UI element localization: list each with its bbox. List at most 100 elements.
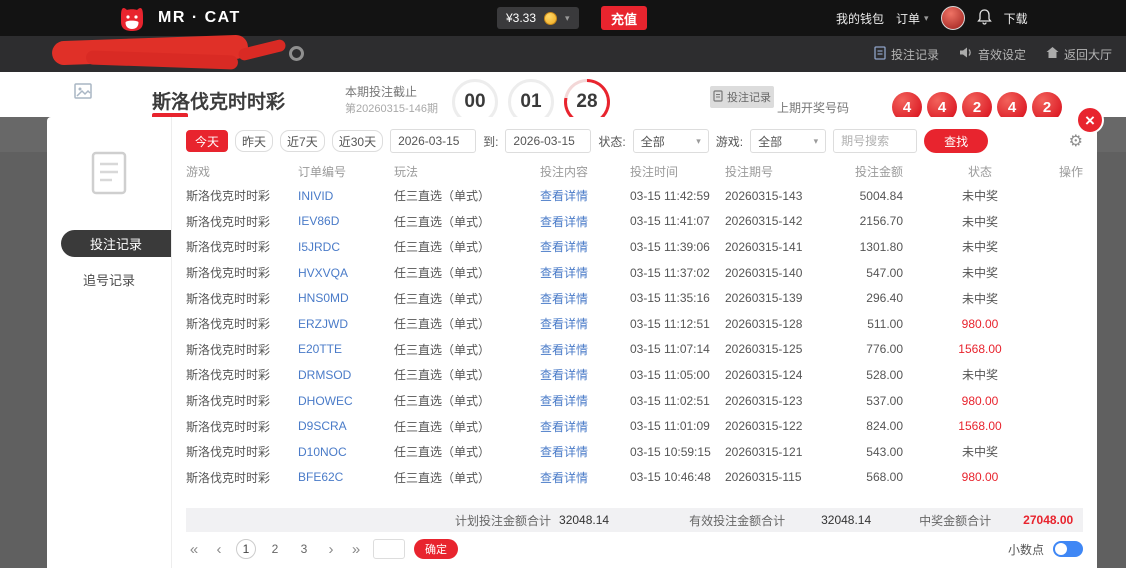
search-button[interactable]: 查找 — [924, 129, 988, 153]
cell-order-number[interactable]: D9SCRA — [298, 419, 394, 433]
date-to-input[interactable] — [505, 129, 591, 153]
orders-dropdown[interactable]: 订单 ▾ — [896, 10, 929, 27]
coin-icon — [544, 12, 557, 25]
document-icon — [874, 46, 886, 63]
cell-order-number[interactable]: HNS0MD — [298, 291, 394, 305]
cell-bet-content: 查看详情 — [540, 366, 630, 383]
quick-filter-button[interactable]: 近30天 — [332, 130, 383, 152]
speaker-icon — [959, 46, 973, 62]
view-detail-link[interactable]: 查看详情 — [540, 240, 588, 254]
first-page-button[interactable]: « — [186, 542, 202, 557]
cell-period: 20260315-143 — [725, 189, 855, 203]
cell-order-number[interactable]: HVXVQA — [298, 266, 394, 280]
status-select-value: 全部 — [641, 133, 665, 150]
cell-status: 980.00 — [917, 317, 1043, 331]
confirm-button[interactable]: 确定 — [414, 539, 458, 559]
decimal-toggle[interactable] — [1053, 541, 1083, 557]
avatar[interactable] — [941, 6, 965, 30]
view-detail-link[interactable]: 查看详情 — [540, 292, 588, 306]
cell-game: 斯洛伐克时时彩 — [186, 418, 298, 435]
game-select[interactable]: 全部 ▾ — [750, 129, 826, 153]
win-total-value: 27048.00 — [1023, 513, 1073, 527]
download-link[interactable]: 下载 — [1004, 10, 1028, 27]
cell-game: 斯洛伐克时时彩 — [186, 238, 298, 255]
cell-bet-time: 03-15 11:07:14 — [630, 342, 725, 356]
cell-order-number[interactable]: BFE62C — [298, 470, 394, 484]
cell-game: 斯洛伐克时时彩 — [186, 341, 298, 358]
view-detail-link[interactable]: 查看详情 — [540, 215, 588, 229]
cell-game: 斯洛伐克时时彩 — [186, 315, 298, 332]
chevron-down-icon: ▾ — [814, 137, 819, 146]
cell-order-number[interactable]: I5JRDC — [298, 240, 394, 254]
cell-period: 20260315-122 — [725, 419, 855, 433]
last-page-button[interactable]: » — [348, 542, 364, 557]
cell-game: 斯洛伐克时时彩 — [186, 213, 298, 230]
period-search-input[interactable] — [833, 129, 917, 153]
view-detail-link[interactable]: 查看详情 — [540, 445, 588, 459]
gear-icon[interactable]: ⚙ — [1069, 131, 1083, 151]
view-detail-link[interactable]: 查看详情 — [540, 394, 588, 408]
cell-bet-time: 03-15 11:35:16 — [630, 291, 725, 305]
cell-order-number[interactable]: INIVID — [298, 189, 394, 203]
view-detail-link[interactable]: 查看详情 — [540, 189, 588, 203]
date-from-input[interactable] — [390, 129, 476, 153]
table-header-cell: 状态 — [917, 163, 1043, 180]
cell-period: 20260315-124 — [725, 368, 855, 382]
page-button[interactable]: 2 — [265, 539, 285, 559]
status-select[interactable]: 全部 ▾ — [633, 129, 709, 153]
cell-game: 斯洛伐克时时彩 — [186, 290, 298, 307]
valid-total-value: 32048.14 — [821, 513, 871, 527]
cell-status: 1568.00 — [917, 419, 1043, 433]
header-bet-records-button[interactable]: 投注记录 — [710, 86, 774, 108]
cell-order-number[interactable]: E20TTE — [298, 342, 394, 356]
view-detail-link[interactable]: 查看详情 — [540, 317, 588, 331]
cell-bet-time: 03-15 11:02:51 — [630, 394, 725, 408]
prev-page-button[interactable]: ‹ — [211, 542, 227, 557]
cell-order-number[interactable]: D10NOC — [298, 445, 394, 459]
cell-order-number[interactable]: ERZJWD — [298, 317, 394, 331]
table-row: 斯洛伐克时时彩 HNS0MD 任三直选（单式） 查看详情 03-15 11:35… — [186, 285, 1083, 311]
table-header-cell: 投注时间 — [630, 163, 725, 180]
page-button[interactable]: 1 — [236, 539, 256, 559]
cell-order-number[interactable]: IEV86D — [298, 214, 394, 228]
cell-period: 20260315-140 — [725, 266, 855, 280]
quick-filter-button[interactable]: 今天 — [186, 130, 228, 152]
cell-order-number[interactable]: DHOWEC — [298, 394, 394, 408]
cell-period: 20260315-123 — [725, 394, 855, 408]
table-row: 斯洛伐克时时彩 D10NOC 任三直选（单式） 查看详情 03-15 10:59… — [186, 439, 1083, 465]
balance-dropdown[interactable]: ¥3.33 ▾ — [497, 7, 579, 29]
page-jump-input[interactable] — [373, 539, 405, 559]
my-wallet-link[interactable]: 我的钱包 — [836, 10, 884, 27]
next-page-button[interactable]: › — [323, 542, 339, 557]
planned-total-label: 计划投注金额合计 — [455, 512, 551, 529]
cell-period: 20260315-141 — [725, 240, 855, 254]
view-detail-link[interactable]: 查看详情 — [540, 471, 588, 485]
view-detail-link[interactable]: 查看详情 — [540, 368, 588, 382]
close-icon[interactable]: × — [1076, 106, 1104, 134]
view-detail-link[interactable]: 查看详情 — [540, 420, 588, 434]
table-row: 斯洛伐克时时彩 INIVID 任三直选（单式） 查看详情 03-15 11:42… — [186, 183, 1083, 209]
sidebar-item-bet-records[interactable]: 投注记录 — [61, 230, 171, 257]
nav-sound-settings[interactable]: 音效设定 — [959, 46, 1026, 63]
nav-bet-records[interactable]: 投注记录 — [874, 46, 939, 63]
page-button[interactable]: 3 — [294, 539, 314, 559]
nav-return-lobby[interactable]: 返回大厅 — [1046, 46, 1112, 63]
current-period: 第20260315-146期 — [345, 100, 438, 116]
cell-order-number[interactable]: DRMSOD — [298, 368, 394, 382]
recharge-button[interactable]: 充值 — [601, 6, 647, 30]
header-bet-records-label: 投注记录 — [727, 89, 771, 105]
quick-filter-button[interactable]: 近7天 — [280, 130, 325, 152]
view-detail-link[interactable]: 查看详情 — [540, 343, 588, 357]
nav-lobby-label: 返回大厅 — [1064, 46, 1112, 63]
table-header-cell: 订单编号 — [298, 163, 394, 180]
sidebar-item-chase-records[interactable]: 追号记录 — [83, 270, 135, 289]
cell-bet-content: 查看详情 — [540, 443, 630, 460]
quick-filter-button[interactable]: 昨天 — [235, 130, 273, 152]
decimal-point-label: 小数点 — [1008, 541, 1044, 558]
table-header-cell: 投注金额 — [855, 163, 903, 180]
view-detail-link[interactable]: 查看详情 — [540, 266, 588, 280]
cell-play-type: 任三直选（单式） — [394, 238, 540, 255]
brand-cat-logo-icon — [116, 4, 148, 37]
cell-status: 980.00 — [917, 394, 1043, 408]
bell-icon[interactable] — [977, 9, 992, 28]
